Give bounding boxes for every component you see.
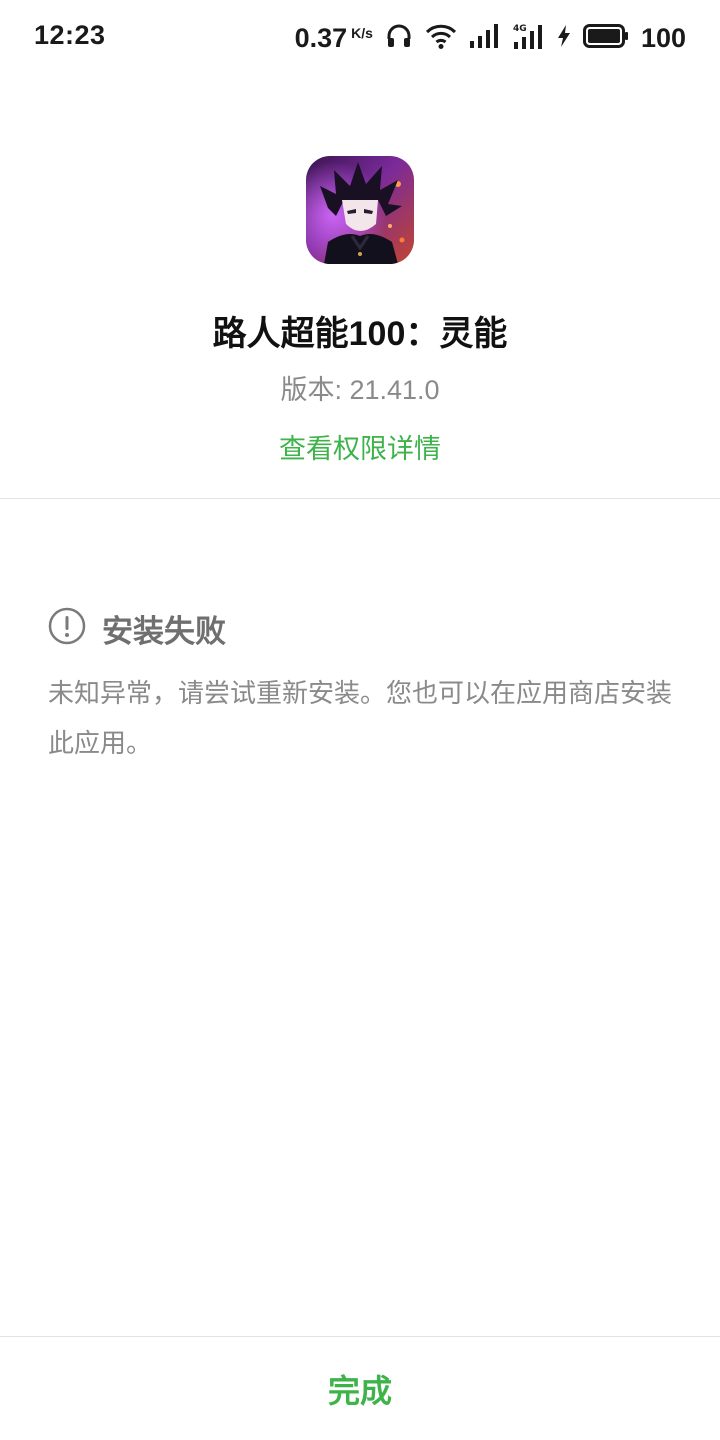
app-icon [306,156,414,264]
exclamation-circle-icon [48,607,86,650]
app-version: 版本: 21.41.0 [280,375,440,405]
signal-icon [469,23,501,54]
install-result-screen: 12:23 0.37 K/s 4G 100 路人超能100：灵能 版本: 21.… [0,0,720,1440]
header-divider [0,498,720,499]
signal-4g-icon: 4G [513,22,545,55]
view-permissions-link[interactable]: 查看权限详情 [0,427,720,466]
battery-level: 100 [640,22,686,53]
app-name: 路人超能100：灵能 [212,315,508,353]
status-right-group: 0.37 K/s 4G 100 [295,18,686,58]
status-bar: 12:23 0.37 K/s 4G 100 [0,0,720,76]
network-speed: 0.37 K/s [295,23,373,54]
status-time: 12:23 [34,20,106,50]
svg-text:4G: 4G [513,24,527,34]
headphones-icon [385,22,413,55]
failure-message: 未知异常，请尝试重新安装。您也可以在应用商店安装此应用。 [48,678,673,758]
wifi-icon [425,22,457,55]
done-button[interactable]: 完成 [0,1337,720,1440]
failure-header: 安装失败 [48,606,226,651]
network-speed-value: 0.37 [294,22,348,53]
network-speed-unit: K/s [351,24,373,41]
failure-title: 安装失败 [102,614,226,649]
charging-icon [557,24,571,53]
battery-icon [582,23,629,53]
